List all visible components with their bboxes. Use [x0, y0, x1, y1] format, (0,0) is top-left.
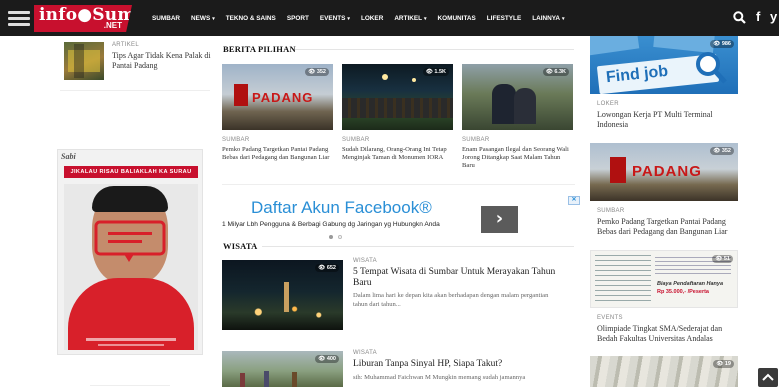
- carousel-dot-active[interactable]: [329, 235, 333, 239]
- carousel-dot[interactable]: [338, 235, 342, 239]
- eye-icon: 👁: [318, 356, 326, 362]
- ad-choices-icon[interactable]: ✕: [568, 196, 580, 205]
- scroll-to-top-button[interactable]: [758, 368, 778, 387]
- news-title[interactable]: Sudah Dilarang, Orang-Orang Ini Tetap Me…: [342, 146, 452, 162]
- image-caption: Rp 35.000,- /Peserta: [657, 289, 709, 295]
- eye-icon: 👁: [716, 361, 724, 367]
- search-icon[interactable]: [733, 11, 746, 24]
- news-thumbnail[interactable]: 👁 6.3K: [462, 64, 573, 130]
- views-badge: 👁 1.5K: [422, 68, 449, 76]
- chevron-down-icon: ▾: [562, 15, 565, 22]
- nav-item-artikel[interactable]: ARTIKEL ▾: [394, 15, 426, 22]
- top-navbar: info●Sumbar .NET SUMBAR NEWS ▾ TEKNO & SA…: [0, 0, 779, 36]
- logo-suffix: .NET: [103, 21, 122, 30]
- eye-icon: 👁: [318, 265, 326, 271]
- ad-subtitle: 1 Milyar Lbh Pengguna & Berbagi Gabung d…: [222, 221, 440, 228]
- article-title[interactable]: Tips Agar Tidak Kena Palak di Pantai Pad…: [112, 51, 212, 71]
- news-excerpt: Dalam lima hari ke depan kita akan berha…: [353, 292, 549, 308]
- article-category: ARTIKEL: [112, 42, 139, 48]
- news-category: SUMBAR: [597, 208, 625, 214]
- news-category: EVENTS: [597, 315, 623, 321]
- facebook-icon[interactable]: f: [756, 9, 760, 24]
- nav-item-sumbar[interactable]: SUMBAR: [152, 15, 180, 22]
- news-category: SUMBAR: [462, 137, 490, 143]
- ad-next-button[interactable]: ›: [481, 206, 518, 233]
- chevron-up-icon: [762, 373, 774, 381]
- views-badge: 👁 400: [315, 355, 339, 363]
- eye-icon: 👁: [715, 256, 723, 262]
- news-title[interactable]: Pemko Padang Targetkan Pantai Padang Beb…: [222, 146, 330, 162]
- news-category: LOKER: [597, 101, 619, 107]
- left-sidebar: ARTIKEL Tips Agar Tidak Kena Palak di Pa…: [0, 36, 215, 387]
- news-title[interactable]: Pemko Padang Targetkan Pantai Padang Beb…: [597, 217, 742, 237]
- divider: [262, 246, 574, 247]
- chevron-down-icon: ▾: [347, 15, 350, 22]
- news-thumbnail[interactable]: Biaya Pendaftaran Hanya Rp 35.000,- /Pes…: [590, 250, 738, 308]
- views-badge: 👁 19: [713, 360, 734, 368]
- views-badge: 👁 352: [710, 147, 734, 155]
- news-excerpt: sih: Muhammad Faichwan M Mungkin memang …: [353, 374, 526, 381]
- news-title[interactable]: Enam Pasangan Ilegal dan Seorang Wali Jo…: [462, 146, 572, 171]
- main-nav: SUMBAR NEWS ▾ TEKNO & SAINS SPORT EVENTS ▾…: [152, 0, 576, 36]
- hamburger-menu-icon[interactable]: [8, 8, 30, 28]
- news-title[interactable]: Lowongan Kerja PT Multi Terminal Indones…: [597, 110, 737, 130]
- article-thumbnail[interactable]: [64, 42, 104, 80]
- news-thumbnail[interactable]: PADANG 👁 352: [222, 64, 333, 130]
- nav-item-komunitas[interactable]: KOMUNITAS: [438, 15, 476, 22]
- news-thumbnail[interactable]: PADANG 👁 352: [590, 143, 738, 201]
- nav-item-tekno-sains[interactable]: TEKNO & SAINS: [226, 15, 276, 22]
- news-title[interactable]: Liburan Tanpa Sinyal HP, Siapa Takut?: [353, 359, 573, 369]
- divider: [222, 184, 575, 185]
- views-badge: 👁 352: [305, 68, 329, 76]
- divider: [60, 90, 210, 91]
- site-logo[interactable]: info●Sumbar .NET: [34, 5, 132, 32]
- eye-icon: 👁: [308, 69, 316, 75]
- nav-item-events[interactable]: EVENTS ▾: [320, 15, 350, 22]
- news-thumbnail[interactable]: 👁 400: [222, 351, 343, 387]
- news-thumbnail[interactable]: Find job 👁 986: [590, 36, 738, 94]
- chevron-down-icon: ▾: [424, 15, 427, 22]
- nav-item-loker[interactable]: LOKER: [361, 15, 383, 22]
- news-category: WISATA: [353, 350, 377, 356]
- magnifier-icon: [696, 52, 727, 84]
- news-title[interactable]: 5 Tempat Wisata di Sumbar Untuk Merayaka…: [353, 267, 573, 290]
- facebook-ad[interactable]: Daftar Akun Facebook® 1 Milyar Lbh Pengg…: [222, 194, 582, 238]
- nav-item-lainnya[interactable]: LAINNYA ▾: [532, 15, 564, 22]
- views-badge: 👁 986: [710, 40, 734, 48]
- sidebar-ad-poster[interactable]: Sabi JIKALAU RISAU BALIAKLAH KA SURAU: [57, 149, 203, 355]
- poster-headline: JIKALAU RISAU BALIAKLAH KA SURAU: [64, 166, 198, 178]
- news-category: WISATA: [353, 258, 377, 264]
- news-category: SUMBAR: [222, 137, 250, 143]
- eye-icon: 👁: [713, 41, 721, 47]
- views-badge: 👁 6.3K: [542, 68, 569, 76]
- views-badge: 👁 652: [315, 264, 339, 272]
- section-heading-wisata: WISATA: [223, 241, 258, 251]
- nav-item-news[interactable]: NEWS ▾: [191, 15, 215, 22]
- eye-icon: 👁: [545, 69, 553, 75]
- twitter-icon[interactable]: y: [770, 9, 777, 24]
- section-heading-berita-pilihan: BERITA PILIHAN: [223, 44, 296, 54]
- image-caption: Biaya Pendaftaran Hanya: [657, 281, 724, 287]
- speech-bubble-icon: [94, 220, 166, 262]
- news-thumbnail[interactable]: 👁 1.5K: [342, 64, 453, 130]
- news-thumbnail[interactable]: 👁 652: [222, 260, 343, 330]
- ad-title[interactable]: Daftar Akun Facebook®: [251, 198, 432, 218]
- views-badge: 👁 51: [712, 255, 733, 263]
- eye-icon: 👁: [713, 148, 721, 154]
- nav-item-sport[interactable]: SPORT: [287, 15, 309, 22]
- chevron-down-icon: ▾: [212, 15, 215, 22]
- news-category: SUMBAR: [342, 137, 370, 143]
- news-title[interactable]: Olimpiade Tingkat SMA/Sederajat dan Beda…: [597, 324, 742, 344]
- news-thumbnail[interactable]: 👁 19: [590, 356, 738, 387]
- nav-item-lifestyle[interactable]: LIFESTYLE: [487, 15, 521, 22]
- eye-icon: 👁: [425, 69, 433, 75]
- poster-brand: Sabi: [61, 152, 76, 161]
- divider: [295, 49, 574, 50]
- divider: [90, 385, 170, 386]
